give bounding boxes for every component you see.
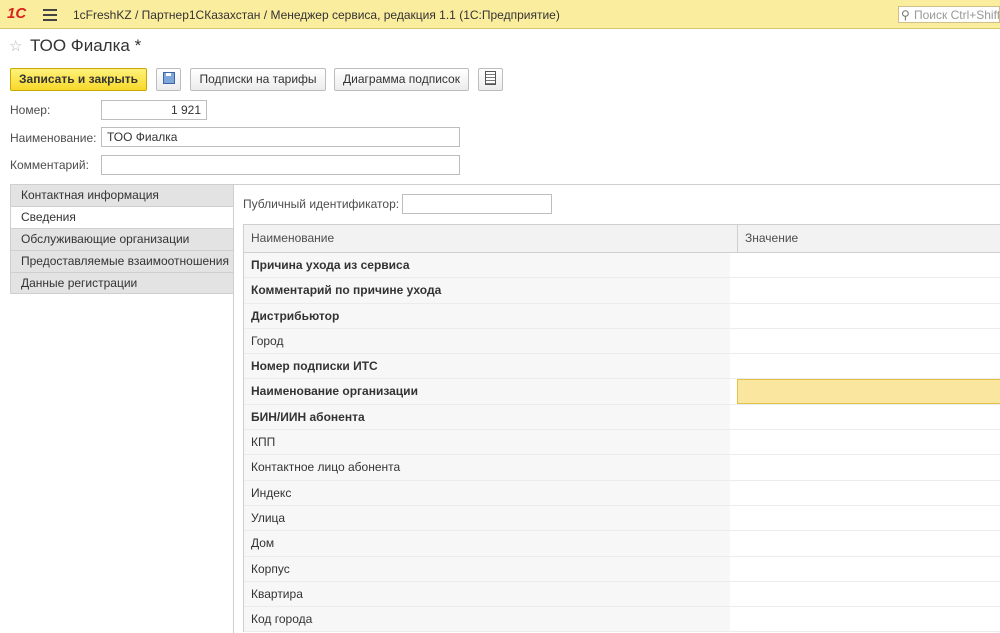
table-row[interactable]: Номер подписки ИТС <box>244 354 1000 380</box>
row-value-cell[interactable] <box>737 304 1000 328</box>
table-row[interactable]: Улица <box>244 505 1000 532</box>
table-row[interactable]: Код города <box>244 607 1000 633</box>
row-name-cell: Квартира <box>244 581 730 607</box>
column-header-name[interactable]: Наименование <box>244 225 737 252</box>
table-row[interactable]: КПП <box>244 430 1000 456</box>
app-logo: 1С <box>7 5 27 22</box>
row-name-cell: Контактное лицо абонента <box>244 455 730 480</box>
search-placeholder: Поиск Ctrl+Shift+F <box>914 8 1000 22</box>
table-row[interactable]: Дистрибьютор <box>244 303 1000 329</box>
table-row[interactable]: Наименование организации <box>244 379 1000 405</box>
row-value-cell[interactable] <box>737 354 1000 378</box>
tab-service-organizations[interactable]: Обслуживающие организации <box>10 228 234 250</box>
row-name-cell: Дом <box>244 531 730 556</box>
row-name-cell: Код города <box>244 607 730 632</box>
row-value-cell[interactable] <box>737 481 1000 505</box>
row-name-cell: БИН/ИИН абонента <box>244 404 730 430</box>
public-id-label: Публичный идентификатор: <box>243 197 400 211</box>
table-row[interactable]: Корпус <box>244 556 1000 582</box>
global-search-input[interactable]: ⚲ Поиск Ctrl+Shift+F <box>898 6 1000 23</box>
form-tabs: Контактная информация Сведения Обслужива… <box>10 184 234 294</box>
row-value-cell[interactable] <box>737 607 1000 631</box>
row-name-cell: Наименование организации <box>244 379 730 404</box>
row-name-cell: Дистрибьютор <box>244 303 730 328</box>
row-value-cell[interactable] <box>737 329 1000 353</box>
subscription-diagram-button[interactable]: Диаграмма подписок <box>334 68 469 91</box>
table-row[interactable]: Причина ухода из сервиса <box>244 253 1000 279</box>
subscriptions-button[interactable]: Подписки на тарифы <box>190 68 326 91</box>
table-row[interactable]: Город <box>244 328 1000 355</box>
row-value-cell[interactable] <box>737 506 1000 530</box>
table-row[interactable]: Квартира <box>244 581 1000 608</box>
tab-registration-data[interactable]: Данные регистрации <box>10 272 234 294</box>
row-name-cell: Город <box>244 328 730 354</box>
table-row[interactable]: Индекс <box>244 480 1000 506</box>
row-name-cell: Улица <box>244 505 730 531</box>
app-topbar: 1С 1cFreshKZ / Партнер1СКазахстан / Мене… <box>0 0 1000 29</box>
details-table: Наименование Значение Причина ухода из с… <box>243 224 1000 633</box>
row-value-cell[interactable] <box>737 557 1000 581</box>
column-header-value[interactable]: Значение <box>737 225 1000 252</box>
report-button[interactable] <box>478 68 503 91</box>
number-label: Номер: <box>10 103 51 117</box>
number-field[interactable]: 1 921 <box>101 100 207 120</box>
table-row[interactable]: Контактное лицо абонента <box>244 455 1000 481</box>
row-name-cell: Корпус <box>244 556 730 581</box>
row-name-cell: Номер подписки ИТС <box>244 354 730 379</box>
main-menu-icon[interactable] <box>43 9 57 21</box>
save-disk-icon <box>162 72 175 84</box>
tab-contact-info[interactable]: Контактная информация <box>10 184 234 206</box>
row-value-cell[interactable] <box>737 253 1000 277</box>
save-button[interactable] <box>156 68 181 91</box>
comment-label: Комментарий: <box>10 158 89 172</box>
comment-field[interactable] <box>101 155 460 175</box>
form-title: ТОО Фиалка * <box>30 36 142 55</box>
favorite-star-icon[interactable]: ☆ <box>9 37 22 55</box>
document-list-icon <box>485 71 496 85</box>
tab-details[interactable]: Сведения <box>10 206 234 228</box>
row-name-cell: Комментарий по причине ухода <box>244 278 730 303</box>
table-row[interactable]: Дом <box>244 531 1000 557</box>
table-header: Наименование Значение <box>244 225 1000 253</box>
table-row[interactable]: БИН/ИИН абонента <box>244 404 1000 431</box>
row-name-cell: КПП <box>244 430 730 455</box>
row-value-cell[interactable] <box>737 379 1000 404</box>
row-value-cell[interactable] <box>737 531 1000 555</box>
tab-panel-border <box>233 184 234 633</box>
row-value-cell[interactable] <box>737 430 1000 454</box>
save-and-close-button[interactable]: Записать и закрыть <box>10 68 147 91</box>
name-field[interactable]: ТОО Фиалка <box>101 127 460 147</box>
public-id-field[interactable] <box>402 194 552 214</box>
row-value-cell[interactable] <box>737 405 1000 429</box>
search-icon: ⚲ <box>901 8 910 22</box>
panel-divider <box>233 184 1000 185</box>
row-value-cell[interactable] <box>737 278 1000 302</box>
row-name-cell: Индекс <box>244 480 730 505</box>
row-name-cell: Причина ухода из сервиса <box>244 253 730 278</box>
app-title: 1cFreshKZ / Партнер1СКазахстан / Менедже… <box>73 8 560 22</box>
row-value-cell[interactable] <box>737 455 1000 479</box>
tab-relationships[interactable]: Предоставляемые взаимоотношения <box>10 250 234 272</box>
table-row[interactable]: Комментарий по причине ухода <box>244 278 1000 304</box>
row-value-cell[interactable] <box>737 582 1000 606</box>
name-label: Наименование: <box>10 131 97 145</box>
